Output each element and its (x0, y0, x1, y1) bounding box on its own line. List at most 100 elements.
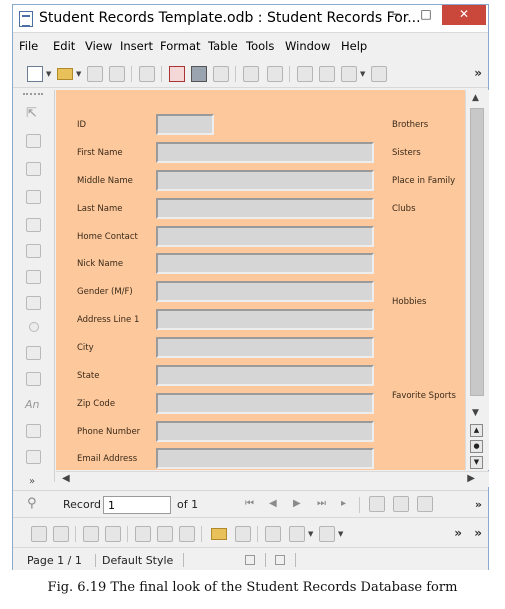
design-mode-icon[interactable] (26, 134, 41, 148)
chevron-down-icon[interactable]: » (29, 476, 35, 487)
menu-insert[interactable]: Insert (120, 39, 153, 53)
combo-box-icon[interactable] (26, 346, 41, 360)
form-properties-icon[interactable] (83, 526, 99, 542)
chevron-down-icon[interactable]: ▼ (308, 530, 313, 538)
clone-formatting-icon[interactable] (371, 66, 387, 82)
chevron-down-icon[interactable]: ▼ (360, 70, 365, 78)
toolbar-grip[interactable] (23, 93, 43, 95)
toolbar-separator (289, 66, 290, 82)
horizontal-scrollbar[interactable]: ◀ ▶ (56, 471, 489, 487)
first-record-icon[interactable]: ⏮ (245, 498, 254, 509)
middle-name-field[interactable] (156, 170, 374, 191)
scroll-thumb[interactable] (470, 108, 484, 396)
gender-field[interactable] (156, 281, 374, 302)
address-line-1-field[interactable] (156, 309, 374, 330)
list-box-icon[interactable] (26, 296, 41, 310)
label-field-icon[interactable]: An (25, 398, 40, 411)
previous-page-icon[interactable]: ▲ (470, 424, 483, 437)
last-record-icon[interactable]: ⏭ (317, 498, 326, 509)
menu-table[interactable]: Table (208, 39, 238, 53)
status-page-style[interactable]: Default Style (95, 554, 173, 567)
ok-button-icon[interactable] (26, 244, 41, 258)
scroll-up-icon[interactable]: ▲ (472, 93, 479, 103)
navigation-icon[interactable]: ● (470, 440, 483, 453)
menu-format[interactable]: Format (160, 39, 201, 53)
minimize-button[interactable]: − (382, 5, 410, 25)
select-icon[interactable] (31, 526, 47, 542)
toolbar-overflow-icon[interactable]: » (454, 526, 462, 540)
maximize-button[interactable]: □ (412, 5, 440, 25)
delete-record-icon[interactable] (417, 496, 433, 512)
menu-tools[interactable]: Tools (246, 39, 274, 53)
text-box-icon[interactable] (26, 270, 41, 284)
menu-file[interactable]: File (19, 39, 38, 53)
save-record-icon[interactable] (369, 496, 385, 512)
toolbar-overflow-icon[interactable]: » (474, 66, 482, 80)
position-and-size-icon[interactable] (265, 526, 281, 542)
paste-icon[interactable] (341, 66, 357, 82)
auto-focus-icon[interactable] (235, 526, 251, 542)
export-pdf-icon[interactable] (169, 66, 185, 82)
open-in-design-icon[interactable] (211, 528, 227, 540)
menu-window[interactable]: Window (285, 39, 330, 53)
next-record-icon[interactable]: ▶ (293, 498, 301, 509)
cut-icon[interactable] (297, 66, 313, 82)
activation-order-icon[interactable] (179, 526, 195, 542)
anchor-icon[interactable] (289, 526, 305, 542)
close-button[interactable]: ✕ (442, 5, 486, 25)
scroll-down-icon[interactable]: ▼ (472, 408, 479, 418)
vertical-scrollbar[interactable]: ▲ ▼ ▲ ● ▼ (465, 90, 489, 470)
nick-name-field[interactable] (156, 253, 374, 274)
open-folder-icon[interactable] (57, 68, 73, 80)
chevron-down-icon[interactable]: ▼ (338, 530, 343, 538)
email-address-field[interactable] (156, 448, 374, 469)
home-contact-field[interactable] (156, 226, 374, 247)
next-page-icon[interactable]: ▼ (470, 456, 483, 469)
menu-edit[interactable]: Edit (53, 39, 75, 53)
align-icon[interactable] (319, 526, 335, 542)
select-pointer-icon[interactable]: ⇱ (26, 106, 37, 121)
print-preview-icon[interactable] (213, 66, 229, 82)
menu-view[interactable]: View (85, 39, 112, 53)
search-icon[interactable]: ⚲ (27, 496, 37, 511)
chevron-down-icon[interactable]: ▼ (76, 70, 81, 78)
more-controls-icon[interactable] (26, 450, 41, 464)
checkbox-icon[interactable] (26, 218, 41, 232)
spelling-icon[interactable] (243, 66, 259, 82)
new-record-icon[interactable]: ▸ (341, 498, 346, 509)
phone-number-field[interactable] (156, 421, 374, 442)
toolbar-overflow-icon[interactable]: » (475, 498, 482, 511)
copy-icon[interactable] (319, 66, 335, 82)
first-name-field[interactable] (156, 142, 374, 163)
formatted-field-icon[interactable] (26, 424, 41, 438)
autospell-icon[interactable] (267, 66, 283, 82)
chevron-down-icon[interactable]: ▼ (46, 70, 51, 78)
city-field[interactable] (156, 337, 374, 358)
save-as-icon[interactable] (109, 66, 125, 82)
toolbar-overflow-icon[interactable]: » (474, 526, 482, 540)
new-document-icon[interactable] (27, 66, 43, 82)
edit-file-icon[interactable] (139, 66, 155, 82)
selection-mode-icon[interactable] (245, 555, 255, 565)
scroll-right-icon[interactable]: ▶ (467, 473, 475, 484)
save-icon[interactable] (87, 66, 103, 82)
id-field[interactable] (156, 114, 214, 135)
scroll-left-icon[interactable]: ◀ (62, 473, 70, 484)
design-mode-icon[interactable] (53, 526, 69, 542)
previous-record-icon[interactable]: ◀ (269, 498, 277, 509)
option-button-icon[interactable] (29, 322, 39, 332)
toolbar-separator (359, 497, 360, 513)
push-button-icon[interactable] (26, 372, 41, 386)
add-field-icon[interactable] (157, 526, 173, 542)
undo-icon[interactable] (393, 496, 409, 512)
zip-code-field[interactable] (156, 393, 374, 414)
record-number-input[interactable] (103, 496, 171, 514)
menu-help[interactable]: Help (341, 39, 367, 53)
zoom-icon[interactable] (26, 162, 41, 176)
control-properties-icon[interactable] (105, 526, 121, 542)
form-navigator-icon[interactable] (135, 526, 151, 542)
form-design-icon[interactable] (26, 190, 41, 204)
last-name-field[interactable] (156, 198, 374, 219)
print-icon[interactable] (191, 66, 207, 82)
state-field[interactable] (156, 365, 374, 386)
